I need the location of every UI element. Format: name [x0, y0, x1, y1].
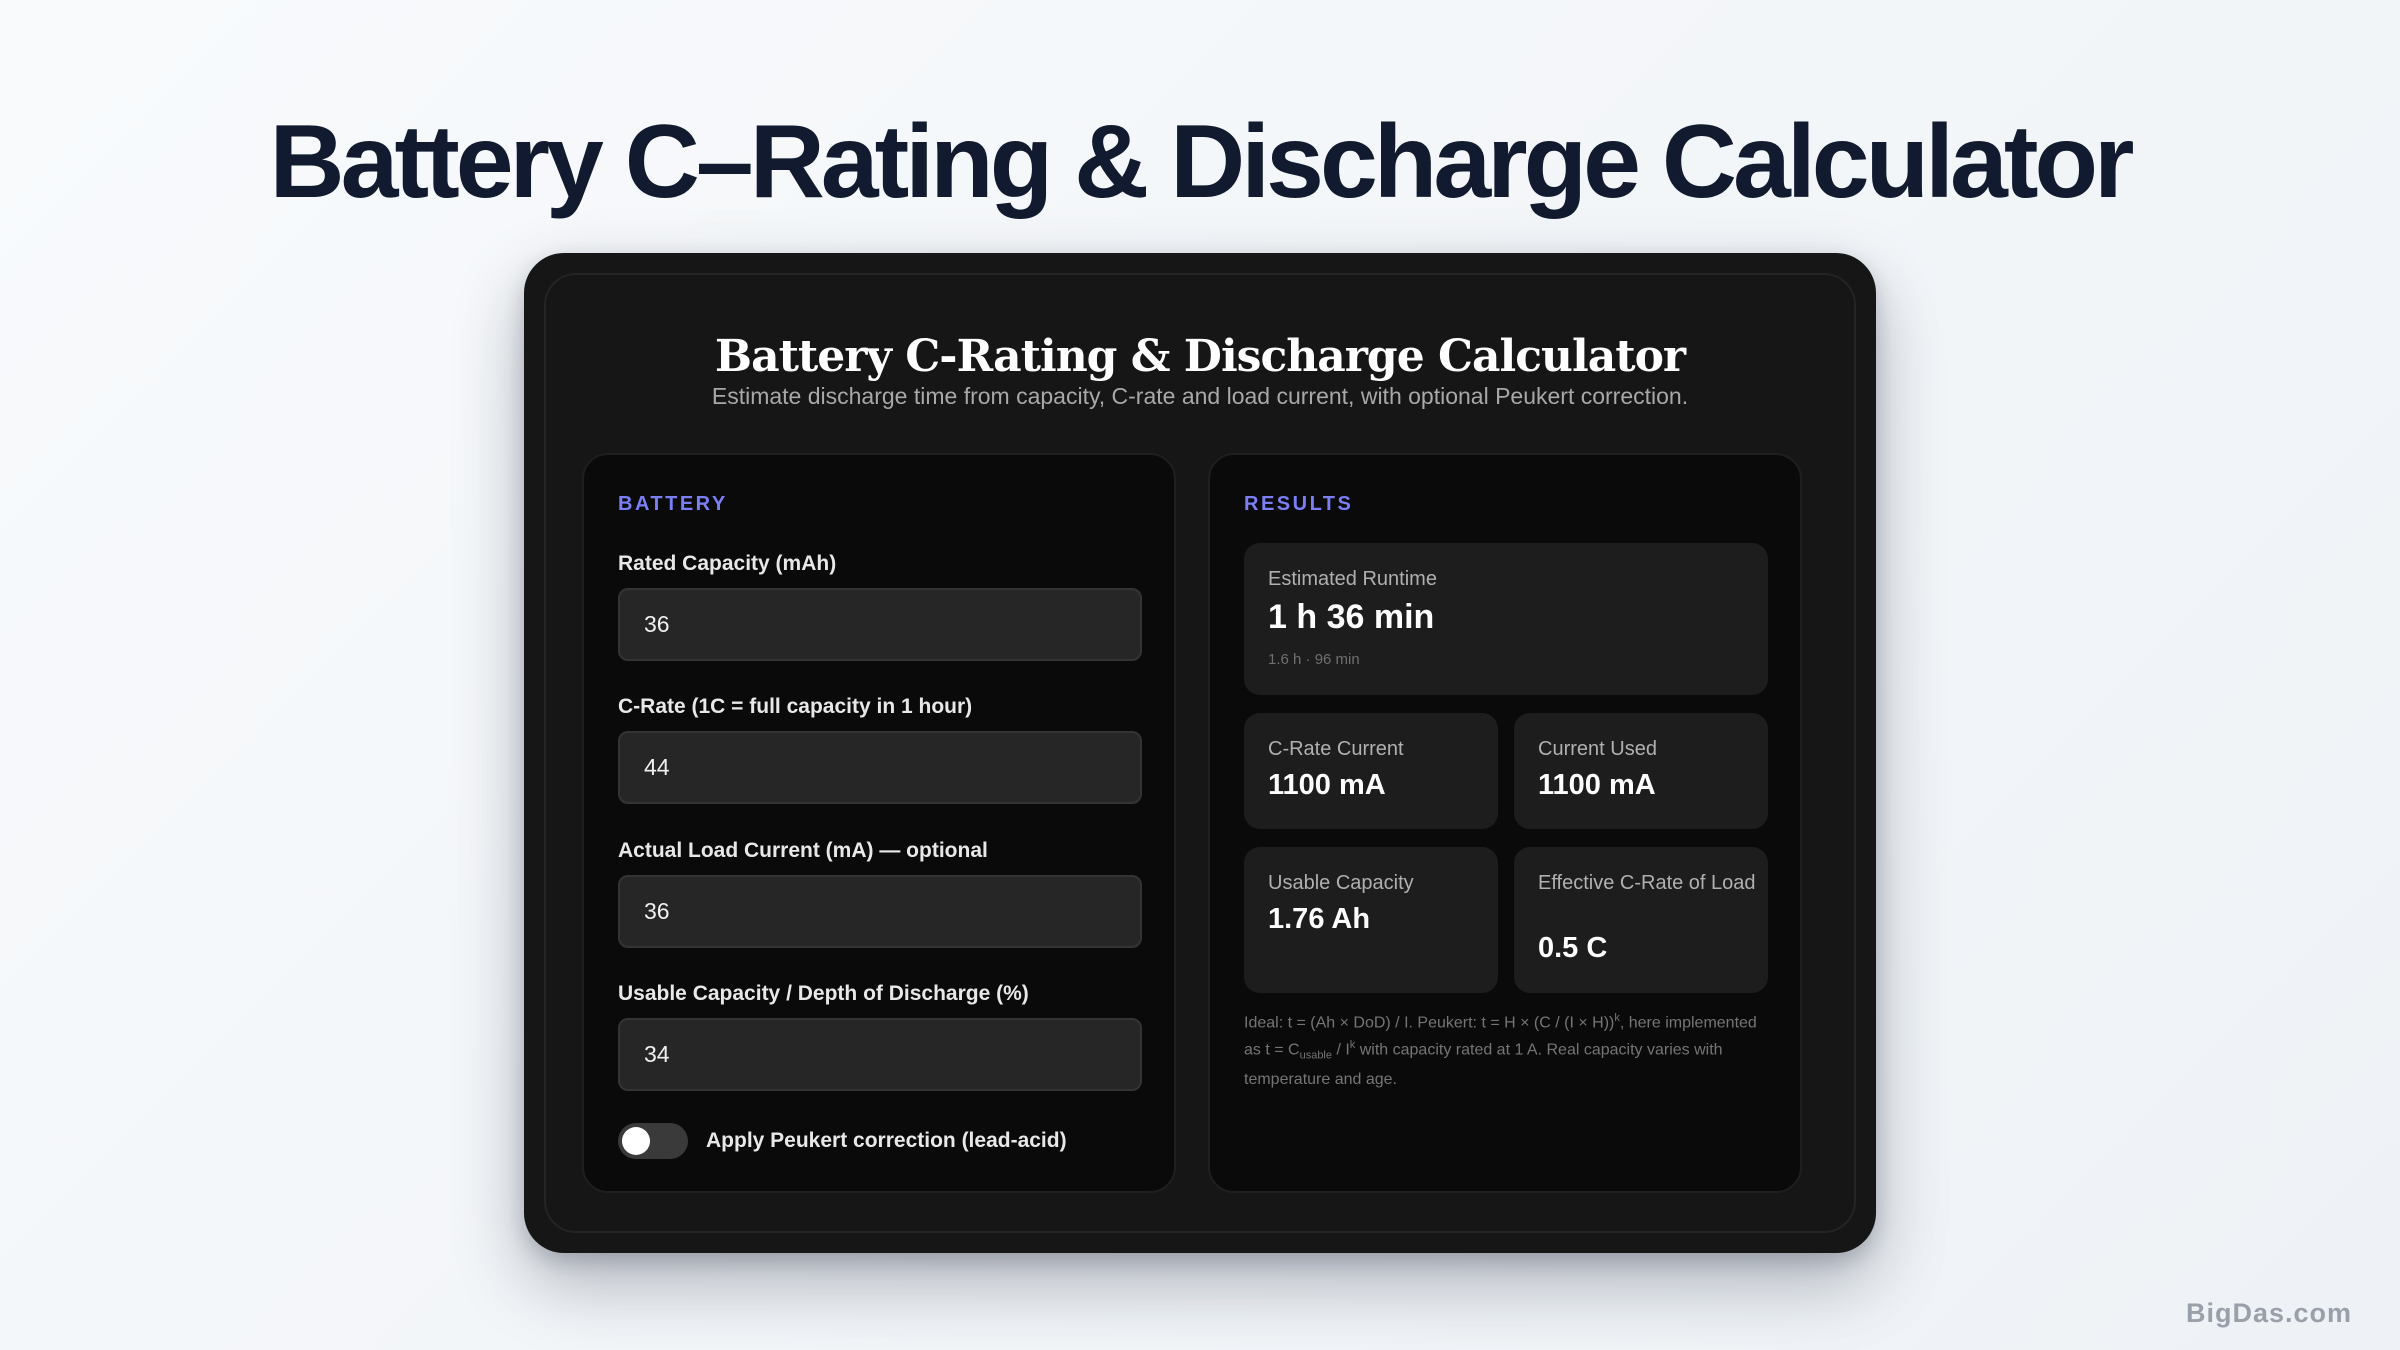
load-current-input[interactable]: 36 [618, 875, 1142, 948]
usable-capacity-value: 1.76 Ah [1268, 903, 1371, 935]
card-title: Battery C-Rating & Discharge Calculator [714, 331, 1686, 382]
c-rate-input[interactable]: 44 [618, 731, 1142, 804]
depth-of-discharge-input[interactable]: 34 [618, 1018, 1142, 1091]
results-panel: RESULTS Estimated Runtime 1 h 36 min 1.6… [1208, 453, 1802, 1193]
c-rate-label: C-Rate (1C = full capacity in 1 hour) [618, 695, 973, 718]
depth-of-discharge-label: Usable Capacity / Depth of Discharge (%) [618, 982, 1029, 1005]
calculator-frame: Battery C-Rating & Discharge Calculator … [524, 253, 1876, 1253]
rated-capacity-label: Rated Capacity (mAh) [618, 552, 837, 575]
toggle-knob [622, 1127, 650, 1155]
footnote-text-4: with capacity rated at 1 A. Real capacit… [1244, 1041, 1723, 1088]
usable-capacity-label: Usable Capacity [1268, 872, 1414, 894]
runtime-subtext: 1.6 h · 96 min [1268, 651, 1360, 668]
peukert-toggle-label[interactable]: Apply Peukert correction (lead-acid) [706, 1127, 1067, 1155]
peukert-toggle[interactable] [618, 1123, 688, 1159]
c-rate-current-label: C-Rate Current [1268, 738, 1404, 760]
load-current-label: Actual Load Current (mA) — optional [618, 839, 988, 862]
runtime-label: Estimated Runtime [1268, 568, 1437, 590]
c-rate-current-value: 1100 mA [1268, 769, 1386, 801]
usable-capacity-result: Usable Capacity 1.76 Ah [1244, 847, 1498, 993]
c-rate-current-result: C-Rate Current 1100 mA [1244, 713, 1498, 829]
footnote-subscript-usable: usable [1299, 1049, 1332, 1062]
footnote-text-3: / I [1332, 1041, 1350, 1059]
card-subtitle: Estimate discharge time from capacity, C… [711, 383, 1689, 409]
current-used-result: Current Used 1100 mA [1514, 713, 1768, 829]
battery-panel: BATTERY Rated Capacity (mAh) 36 C-Rate (… [582, 453, 1176, 1193]
current-used-value: 1100 mA [1538, 769, 1656, 801]
runtime-result: Estimated Runtime 1 h 36 min 1.6 h · 96 … [1244, 543, 1768, 695]
battery-section-label: BATTERY [618, 493, 728, 515]
runtime-value: 1 h 36 min [1268, 598, 1435, 636]
footnote-text-1: Ideal: t = (Ah × DoD) / I. Peukert: t = … [1244, 1014, 1615, 1032]
effective-c-rate-result: Effective C-Rate of Load 0.5 C [1514, 847, 1768, 993]
page-heading: Battery C–Rating & Discharge Calculator [269, 104, 2135, 220]
site-watermark: BigDas.com [2185, 1298, 2352, 1328]
rated-capacity-input[interactable]: 36 [618, 588, 1142, 661]
effective-c-rate-value: 0.5 C [1538, 932, 1608, 964]
effective-c-rate-label: Effective C-Rate of Load [1538, 872, 1756, 894]
calculator-card: Battery C-Rating & Discharge Calculator … [544, 273, 1856, 1233]
formula-footnote: Ideal: t = (Ah × DoD) / I. Peukert: t = … [1244, 1007, 1764, 1091]
current-used-label: Current Used [1538, 738, 1657, 760]
results-section-label: RESULTS [1244, 493, 1354, 515]
